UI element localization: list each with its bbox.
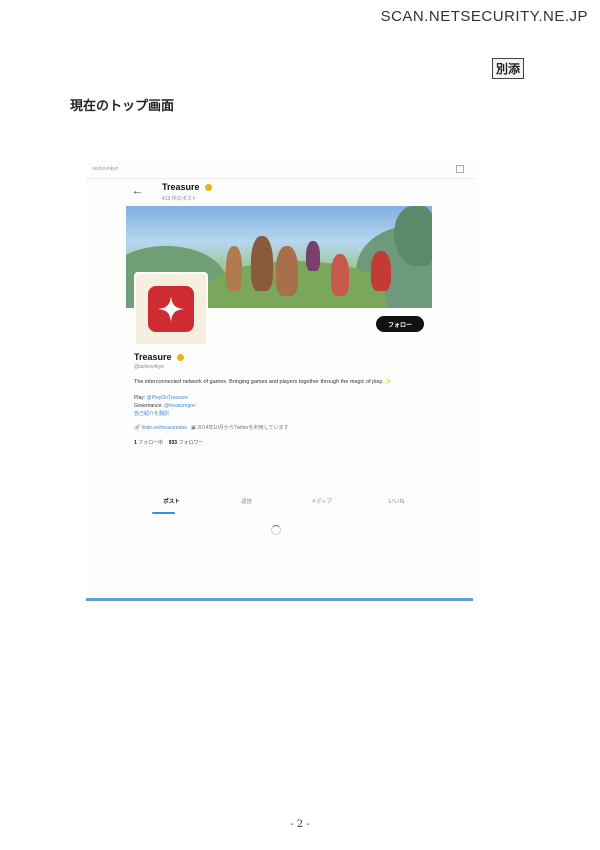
play-label: Play: <box>134 395 146 401</box>
link-icon: 🔗 <box>134 425 141 431</box>
follow-stats: 1 フォロー中 933 フォロワー <box>134 439 434 446</box>
governance-label: Governance: <box>134 403 163 409</box>
followers-label[interactable]: フォロワー <box>178 440 203 446</box>
avatar[interactable] <box>134 272 208 346</box>
address-text: /achiovnkyo <box>92 166 119 172</box>
tab-media[interactable]: メディア <box>284 497 359 513</box>
tab-likes[interactable]: いいね <box>359 497 434 513</box>
follow-button[interactable]: フォロー <box>376 316 424 332</box>
back-arrow-icon[interactable]: ← <box>132 185 143 197</box>
profile-header: ← Treasure 413 件のポスト <box>126 182 446 204</box>
play-link[interactable]: @PlayOnTreasure <box>147 395 188 401</box>
window-icon <box>456 165 464 173</box>
joined-date: 2014年10月からTwitterを利用しています <box>197 425 289 431</box>
page-heading: 現在のトップ画面 <box>70 99 175 114</box>
divider <box>86 598 473 601</box>
profile-handle: @achiovnkyo <box>134 364 165 370</box>
sparkle-icon <box>158 296 184 322</box>
tab-posts[interactable]: ポスト <box>134 497 209 514</box>
profile-info: Treasure @achiovnkyo The interconnected … <box>134 352 434 446</box>
profile-bio: The interconnected network of games. Bri… <box>134 379 392 385</box>
watermark: SCAN.NETSECURITY.NE.JP <box>380 8 588 25</box>
profile-tabs: ポスト 返信 メディア いいね <box>134 497 434 514</box>
governance-link[interactable]: @treasuregov <box>164 403 195 409</box>
verified-badge-icon <box>205 184 213 192</box>
calendar-icon: ▣ <box>191 425 196 431</box>
translate-bio-link[interactable]: 自己紹介を翻訳 <box>134 410 434 418</box>
tab-replies[interactable]: 返信 <box>209 497 284 513</box>
address-bar: /achiovnkyo <box>86 160 476 179</box>
followers-count[interactable]: 933 <box>169 440 177 446</box>
profile-meta: 🔗 linktr.ee/treasuredao ▣ 2014年10月からTwit… <box>134 424 434 431</box>
page-number: - 2 - <box>290 819 310 830</box>
following-label[interactable]: フォロー中 <box>138 440 163 446</box>
following-count[interactable]: 1 <box>134 440 137 446</box>
verified-badge-icon <box>177 354 185 362</box>
website-link[interactable]: linktr.ee/treasuredao <box>142 425 187 431</box>
header-name: Treasure <box>162 182 200 192</box>
profile-links: Play: @PlayOnTreasure Governance: @treas… <box>134 394 434 418</box>
loading-spinner-icon <box>271 525 281 535</box>
profile-name: Treasure <box>134 352 172 362</box>
profile-screenshot: /achiovnkyo ← Treasure 413 件のポスト フォロー Tr… <box>86 160 476 597</box>
post-count: 413 件のポスト <box>162 196 197 202</box>
attachment-label: 別添 <box>492 58 525 79</box>
